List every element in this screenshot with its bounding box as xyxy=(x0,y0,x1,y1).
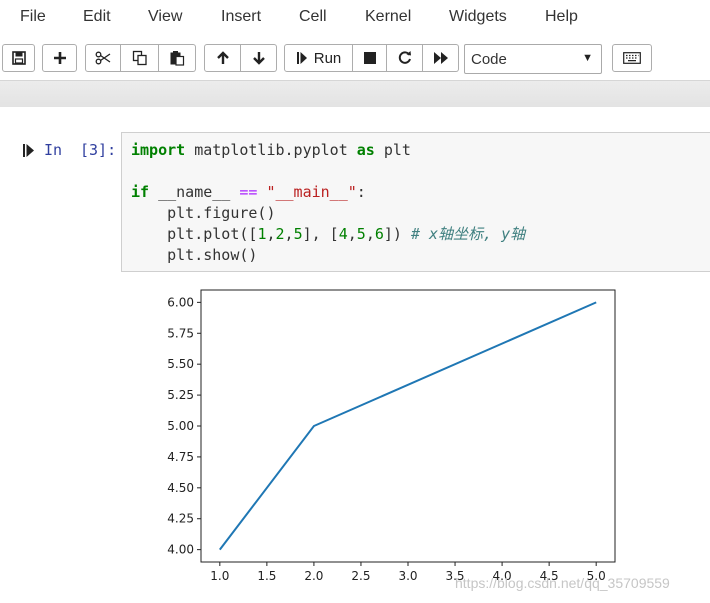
restart-run-all-button[interactable] xyxy=(423,44,459,72)
plus-icon xyxy=(53,52,66,64)
code-line-6: plt.show() xyxy=(131,246,258,264)
prompt-number: [3]: xyxy=(80,141,117,159)
cell-type-select[interactable]: Code ▼ xyxy=(464,44,602,74)
move-up-button[interactable] xyxy=(204,44,241,72)
save-button[interactable] xyxy=(2,44,35,72)
menu-edit[interactable]: Edit xyxy=(83,8,111,26)
x-tick-label: 3.0 xyxy=(398,569,417,583)
y-tick-label: 4.00 xyxy=(167,543,194,557)
run-label: Run xyxy=(313,49,342,67)
menu-cell[interactable]: Cell xyxy=(299,8,327,26)
input-prompt: In [3]: xyxy=(44,141,116,159)
copy-icon xyxy=(132,50,147,66)
run-cell-icon[interactable] xyxy=(22,143,36,164)
insert-cell-button[interactable] xyxy=(42,44,77,72)
arrow-up-icon xyxy=(216,51,229,64)
x-tick-label: 2.5 xyxy=(351,569,370,583)
output-figure: 1.0 1.5 2.0 2.5 3.0 3.5 4.0 4.5 5.0 4.00 4.25 4.50 4… xyxy=(150,284,630,594)
scissors-icon xyxy=(95,51,111,65)
y-tick-label: 5.00 xyxy=(167,419,194,433)
paste-button[interactable] xyxy=(159,44,196,72)
plot-frame xyxy=(200,289,616,563)
menu-view[interactable]: View xyxy=(148,8,182,26)
menu-bar: File Edit View Insert Cell Kernel Widget… xyxy=(0,0,710,36)
run-button[interactable]: Run xyxy=(284,44,353,72)
code-line-3: if __name__ == "__main__": xyxy=(131,183,366,201)
paste-icon xyxy=(170,51,185,66)
header-divider xyxy=(0,80,710,107)
cut-button[interactable] xyxy=(85,44,121,72)
y-tick-label: 5.75 xyxy=(167,326,194,340)
menu-help[interactable]: Help xyxy=(545,8,578,26)
x-tick-label: 1.0 xyxy=(210,569,229,583)
y-tick-label: 4.50 xyxy=(167,481,194,495)
chevron-down-icon: ▼ xyxy=(582,52,593,64)
cell-type-value: Code xyxy=(471,50,507,68)
menu-kernel[interactable]: Kernel xyxy=(365,8,411,26)
menu-insert[interactable]: Insert xyxy=(221,8,261,26)
code-cell-editor[interactable]: import matplotlib.pyplot as plt if __nam… xyxy=(121,132,710,272)
arrow-down-icon xyxy=(252,52,265,65)
save-icon xyxy=(11,51,26,65)
code-line-5: plt.plot([1,2,5], [4,5,6]) # x轴坐标, y轴 xyxy=(131,225,526,243)
menu-widgets[interactable]: Widgets xyxy=(449,8,507,26)
stop-icon xyxy=(363,52,376,64)
toolbar: Run Code ▼ xyxy=(0,36,710,80)
y-tick-label: 6.00 xyxy=(167,295,194,309)
step-run-icon xyxy=(296,52,307,64)
x-tick-label: 2.0 xyxy=(304,569,323,583)
keyboard-icon xyxy=(623,52,641,64)
interrupt-button[interactable] xyxy=(353,44,387,72)
prompt-in-label: In xyxy=(44,141,63,159)
code-line-1: import matplotlib.pyplot as plt xyxy=(131,141,411,159)
x-tick-label: 1.5 xyxy=(257,569,276,583)
command-palette-button[interactable] xyxy=(612,44,652,72)
move-down-button[interactable] xyxy=(241,44,277,72)
restart-button[interactable] xyxy=(387,44,423,72)
fast-forward-icon xyxy=(433,52,448,64)
copy-button[interactable] xyxy=(121,44,159,72)
code-line-4: plt.figure() xyxy=(131,204,276,222)
y-tick-label: 5.50 xyxy=(167,357,194,371)
y-tick-label: 4.25 xyxy=(167,512,194,526)
line-chart: 1.0 1.5 2.0 2.5 3.0 3.5 4.0 4.5 5.04.004.254.504… xyxy=(167,289,616,583)
watermark-text: https://blog.csdn.net/qq_35709559 xyxy=(455,575,670,591)
menu-file[interactable]: File xyxy=(20,8,46,26)
code-text: import matplotlib.pyplot as plt if __nam… xyxy=(131,140,525,266)
y-tick-label: 5.25 xyxy=(167,388,194,402)
restart-icon xyxy=(398,51,411,64)
y-tick-label: 4.75 xyxy=(167,450,194,464)
